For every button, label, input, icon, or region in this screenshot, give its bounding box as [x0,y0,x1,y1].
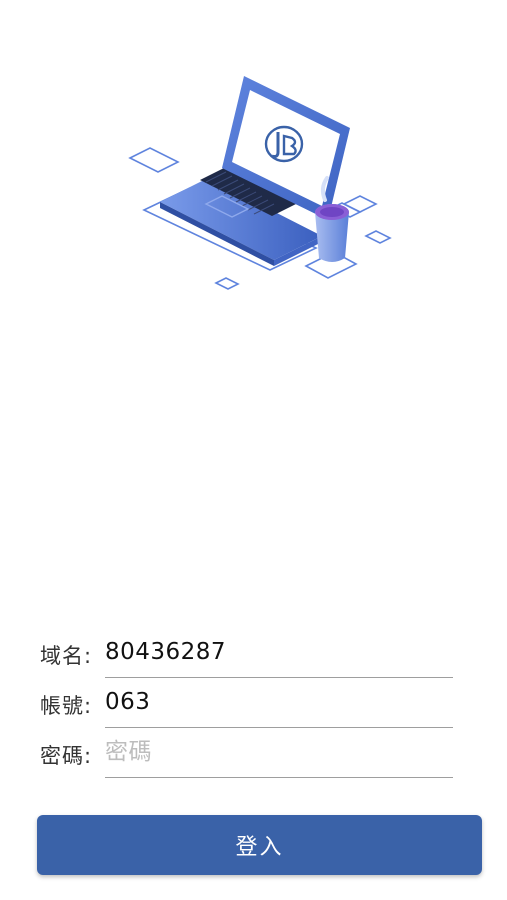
domain-input[interactable] [105,632,453,672]
laptop-illustration [120,70,395,295]
domain-row: 域名: [40,628,453,678]
password-label: 密碼: [40,744,93,768]
password-row: 密碼: [40,728,453,778]
account-label: 帳號: [40,694,93,718]
login-button[interactable]: 登入 [37,815,482,875]
account-row: 帳號: [40,678,453,728]
password-input[interactable] [105,732,453,772]
account-input[interactable] [105,682,453,722]
password-underline [105,777,453,778]
laptop-coffee-icon [128,76,392,290]
domain-label: 域名: [40,644,93,668]
